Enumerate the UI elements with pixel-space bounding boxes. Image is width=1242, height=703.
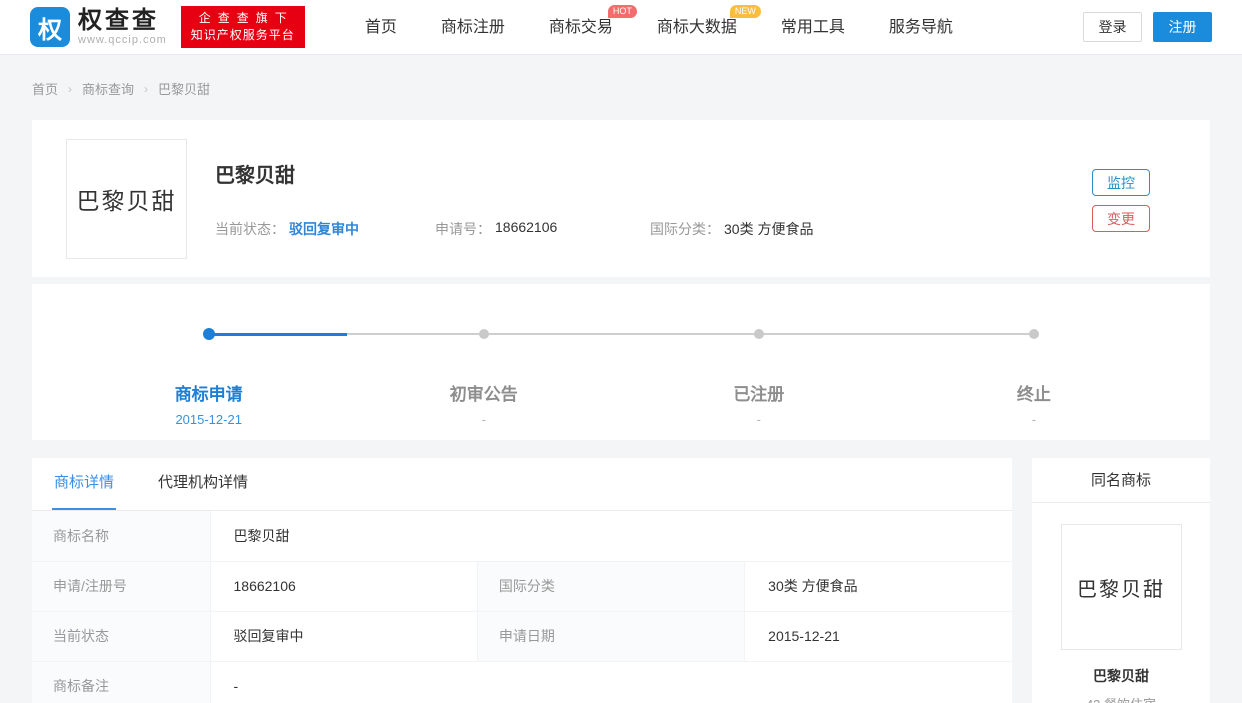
timeline-step-label: 已注册 <box>733 380 784 405</box>
row-label: 当前状态 <box>32 611 210 661</box>
row-label: 商标名称 <box>32 511 210 561</box>
field-application-number: 申请号： 18662106 <box>435 219 650 239</box>
field-label: 国际分类： <box>650 219 720 239</box>
timeline-step-registered: 已注册 - <box>733 380 784 427</box>
detail-table: 商标名称 巴黎贝甜 申请/注册号 18662106 国际分类 30类 方便食品 … <box>32 511 1012 703</box>
tab-trademark-detail[interactable]: 商标详情 <box>52 458 116 510</box>
detail-tabs: 商标详情 代理机构详情 <box>32 458 1012 511</box>
timeline-step-date: - <box>450 412 518 427</box>
overview-body: 巴黎贝甜 当前状态： 驳回复审中 申请号： 18662106 国际分类： 30类… <box>215 139 1092 259</box>
row-value: 30类 方便食品 <box>745 561 1012 611</box>
timeline-dot-applied <box>203 328 215 340</box>
appno-value: 18662106 <box>495 219 557 239</box>
trademark-image-text: 巴黎贝甜 <box>77 182 177 216</box>
trademark-image: 巴黎贝甜 <box>66 139 187 259</box>
nav-item-label: 常用工具 <box>781 19 845 36</box>
nav-item-label: 商标大数据 <box>657 19 737 36</box>
main-nav: 首页 商标注册 商标交易 HOT 商标大数据 NEW 常用工具 服务导航 <box>365 0 997 55</box>
timeline-line-progress <box>209 333 347 336</box>
overview-actions: 监控 变更 <box>1092 139 1150 259</box>
timeline-step-date: - <box>733 412 784 427</box>
table-row: 当前状态 驳回复审中 申请日期 2015-12-21 <box>32 611 1012 661</box>
timeline-step-applied: 商标申请 2015-12-21 <box>175 380 243 427</box>
table-row: 商标备注 - <box>32 661 1012 703</box>
brand-badge-line2: 知识产权服务平台 <box>191 27 295 44</box>
field-intl-class: 国际分类： 30类 方便食品 <box>650 219 813 239</box>
auth-buttons: 登录 注册 <box>1083 12 1212 42</box>
logo-text: 权查查 www.qccip.com <box>78 8 167 46</box>
monitor-button[interactable]: 监控 <box>1092 169 1150 196</box>
row-value: 2015-12-21 <box>745 611 1012 661</box>
timeline-dot-registered <box>754 329 764 339</box>
row-label: 申请日期 <box>477 611 744 661</box>
timeline-dot-terminated <box>1029 329 1039 339</box>
same-name-trademark-name[interactable]: 巴黎贝甜 <box>1032 666 1210 686</box>
nav-item-label: 商标注册 <box>441 19 505 36</box>
nav-item-trademark-register[interactable]: 商标注册 <box>441 0 505 55</box>
row-label: 国际分类 <box>477 561 744 611</box>
new-badge: NEW <box>730 5 761 18</box>
nav-item-service-guide[interactable]: 服务导航 <box>889 0 953 55</box>
timeline-step-label: 初审公告 <box>450 380 518 405</box>
trademark-overview-card: 巴黎贝甜 巴黎贝甜 当前状态： 驳回复审中 申请号： 18662106 国际分类… <box>32 120 1210 277</box>
timeline-step-preliminary: 初审公告 - <box>450 380 518 427</box>
breadcrumb-home[interactable]: 首页 <box>32 79 58 98</box>
same-name-trademark-image[interactable]: 巴黎贝甜 <box>1061 524 1182 650</box>
top-navbar: 权 权查查 www.qccip.com 企查查旗下 知识产权服务平台 首页 商标… <box>0 0 1242 55</box>
timeline-step-label: 商标申请 <box>175 380 243 405</box>
same-name-trademark-panel: 同名商标 巴黎贝甜 巴黎贝甜 43 餐饮住宿 <box>1032 458 1210 703</box>
brand-badge-line1: 企查查旗下 <box>191 10 295 27</box>
logo-url: www.qccip.com <box>78 34 167 46</box>
class-value: 30类 方便食品 <box>724 219 813 239</box>
hot-badge: HOT <box>608 5 637 18</box>
row-value: 驳回复审中 <box>210 611 477 661</box>
field-label: 申请号： <box>435 219 491 239</box>
breadcrumb-current: 巴黎贝甜 <box>158 79 210 98</box>
register-button[interactable]: 注册 <box>1153 12 1212 42</box>
panel-title: 同名商标 <box>1032 458 1210 503</box>
logo-mark-icon: 权 <box>30 7 70 47</box>
logo-mark-glyph: 权 <box>38 10 62 45</box>
table-row: 商标名称 巴黎贝甜 <box>32 511 1012 561</box>
field-current-status: 当前状态： 驳回复审中 <box>215 219 435 239</box>
trademark-title: 巴黎贝甜 <box>215 159 1092 188</box>
change-button[interactable]: 变更 <box>1092 205 1150 232</box>
nav-item-common-tools[interactable]: 常用工具 <box>781 0 845 55</box>
row-label: 申请/注册号 <box>32 561 210 611</box>
same-name-trademark-image-text: 巴黎贝甜 <box>1077 573 1165 602</box>
trademark-progress-card: 商标申请 2015-12-21 初审公告 - 已注册 - 终止 - <box>32 284 1210 440</box>
nav-item-label: 商标交易 <box>549 19 613 36</box>
timeline-track <box>32 328 1210 340</box>
login-button[interactable]: 登录 <box>1083 12 1142 42</box>
timeline-step-terminated: 终止 - <box>1017 380 1051 427</box>
timeline-step-date: - <box>1017 412 1051 427</box>
row-value: 巴黎贝甜 <box>210 511 1012 561</box>
status-value: 驳回复审中 <box>289 219 359 239</box>
timeline-step-date: 2015-12-21 <box>175 412 243 427</box>
chevron-right-icon: › <box>144 82 148 96</box>
timeline-step-label: 终止 <box>1017 380 1051 405</box>
breadcrumb-trademark-search[interactable]: 商标查询 <box>82 79 134 98</box>
trademark-detail-card: 商标详情 代理机构详情 商标名称 巴黎贝甜 申请/注册号 18662106 国际… <box>32 458 1012 703</box>
tab-agency-detail[interactable]: 代理机构详情 <box>156 458 250 510</box>
row-label: 商标备注 <box>32 661 210 703</box>
timeline-dot-preliminary <box>479 329 489 339</box>
row-value: - <box>210 661 1012 703</box>
field-label: 当前状态： <box>215 219 285 239</box>
nav-item-trademark-trade[interactable]: 商标交易 HOT <box>549 0 613 55</box>
logo[interactable]: 权 权查查 www.qccip.com 企查查旗下 知识产权服务平台 <box>30 6 305 48</box>
overview-fields: 当前状态： 驳回复审中 申请号： 18662106 国际分类： 30类 方便食品 <box>215 219 1092 239</box>
nav-item-home[interactable]: 首页 <box>365 0 397 55</box>
row-value: 18662106 <box>210 561 477 611</box>
brand-badge: 企查查旗下 知识产权服务平台 <box>181 6 305 48</box>
logo-name: 权查查 <box>78 8 167 34</box>
chevron-right-icon: › <box>68 82 72 96</box>
breadcrumb: 首页 › 商标查询 › 巴黎贝甜 <box>0 55 1242 120</box>
nav-item-label: 首页 <box>365 19 397 36</box>
nav-item-trademark-bigdata[interactable]: 商标大数据 NEW <box>657 0 737 55</box>
table-row: 申请/注册号 18662106 国际分类 30类 方便食品 <box>32 561 1012 611</box>
same-name-trademark-category: 43 餐饮住宿 <box>1032 694 1210 703</box>
nav-item-label: 服务导航 <box>889 19 953 36</box>
